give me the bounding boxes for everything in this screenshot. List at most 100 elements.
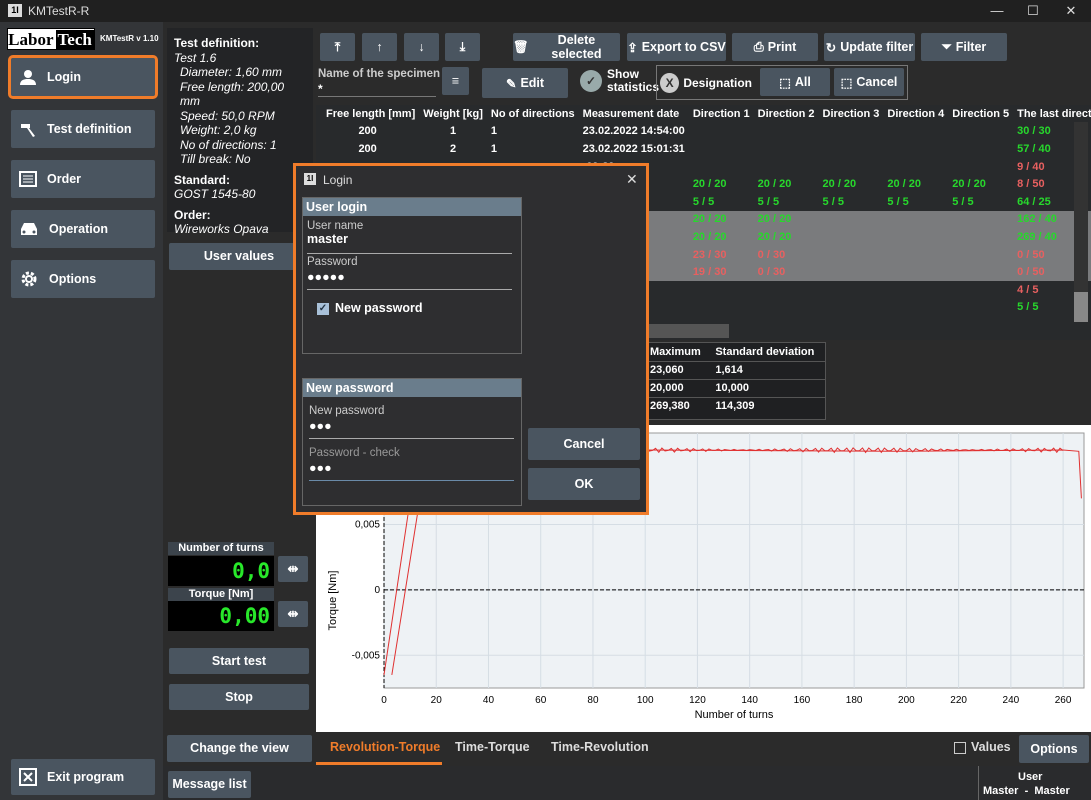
table-cell <box>883 299 948 317</box>
table-cell <box>689 299 754 317</box>
stats-cell: 1,614 <box>709 360 825 379</box>
grid-hscroll[interactable] <box>640 324 729 338</box>
exit-button[interactable]: Exit program <box>11 759 155 795</box>
y-tick-label: 0,005 <box>355 520 380 531</box>
change-view-button[interactable]: Change the view <box>167 735 312 762</box>
delete-selected-button[interactable]: 🗑 Delete selected <box>513 33 620 61</box>
table-cell <box>948 211 1013 229</box>
x-tick-label: 100 <box>637 695 654 706</box>
tab-time-torque[interactable]: Time-Torque <box>455 740 530 754</box>
document-icon <box>19 171 37 187</box>
maximize-button[interactable]: ☐ <box>1018 2 1048 20</box>
funnel-icon: ⏷ <box>941 39 952 54</box>
options-button[interactable]: Options <box>1019 735 1089 763</box>
stats-header: Maximum <box>650 345 701 358</box>
deselect-icon: ⬚ <box>840 75 853 90</box>
stop-button[interactable]: Stop <box>169 684 309 710</box>
login-label: Login <box>47 70 82 84</box>
grid-header-8[interactable]: Direction 5 <box>948 105 1013 123</box>
dialog-close-button[interactable]: ✕ <box>626 171 638 188</box>
x-tick-label: 80 <box>587 695 599 706</box>
y-tick-label: -0,005 <box>352 650 381 661</box>
username-field[interactable]: User name master <box>307 220 512 254</box>
move-bottom-button[interactable]: ⤓ <box>445 33 480 61</box>
grid-header-0[interactable]: Free length [mm] <box>316 105 419 123</box>
password-check-field[interactable]: Password - check ●●● <box>309 447 514 481</box>
zero-torque-button[interactable]: ⇹ <box>278 601 308 627</box>
operation-button[interactable]: Operation <box>11 210 155 248</box>
testdef-line: Diameter: 1,60 mm <box>180 65 283 79</box>
table-cell: 5 / 5 <box>757 195 780 208</box>
grid-header-3[interactable]: Measurement date <box>579 105 689 123</box>
move-up-button[interactable]: ↑ <box>362 33 397 61</box>
table-cell: 20 / 20 <box>952 178 986 191</box>
tab-time-revolution[interactable]: Time-Revolution <box>551 740 649 754</box>
table-row[interactable]: 200 2 1 23.02.2022 15:01:31 57 / 40 <box>316 140 1091 158</box>
tab-revolution-torque[interactable]: Revolution-Torque <box>330 740 440 754</box>
dialog-title: Login <box>323 173 353 187</box>
close-window-button[interactable]: ✕ <box>1056 2 1086 20</box>
status-divider <box>978 766 979 800</box>
test-definition-button[interactable]: Test definition <box>11 110 155 148</box>
export-icon: ⇪ <box>627 40 638 55</box>
trash-icon: 🗑 <box>513 39 529 54</box>
grid-header-7[interactable]: Direction 4 <box>883 105 948 123</box>
user-values-button[interactable]: User values <box>169 243 309 270</box>
move-top-button[interactable]: ⤒ <box>320 33 355 61</box>
table-row[interactable]: 200 1 1 23.02.2022 14:54:00 30 / 30 <box>316 122 1091 141</box>
sort-button[interactable]: ≡ <box>442 67 469 95</box>
options-nav-button[interactable]: Options <box>11 260 155 298</box>
check-circle-icon: ✓ <box>580 70 602 92</box>
values-checkbox[interactable] <box>954 742 966 754</box>
turns-display: 0,0 <box>168 556 274 586</box>
select-all-button[interactable]: ⬚ All <box>760 68 830 96</box>
table-cell <box>948 299 1013 317</box>
table-cell <box>883 211 948 229</box>
new-password-field[interactable]: New password ●●● <box>309 405 514 439</box>
table-cell <box>754 281 819 299</box>
window-title: KMTestR-R <box>28 4 90 18</box>
dialog-cancel-button[interactable]: Cancel <box>528 428 640 460</box>
print-button[interactable]: ⎙ Print <box>732 33 818 61</box>
table-cell <box>689 281 754 299</box>
stats-cell: 20,000 <box>644 378 710 397</box>
grid-header-9[interactable]: The last directi <box>1013 105 1091 123</box>
grid-vscroll[interactable] <box>1074 122 1088 322</box>
edit-button[interactable]: ✎ Edit <box>482 68 568 98</box>
minimize-button[interactable]: — <box>982 2 1012 20</box>
message-list-button[interactable]: Message list <box>168 771 251 798</box>
gear-icon <box>21 271 37 287</box>
filter-button[interactable]: ⏷ Filter <box>921 33 1007 61</box>
zero-turns-button[interactable]: ⇹ <box>278 556 308 582</box>
edit-label: Edit <box>520 76 545 90</box>
grid-header-4[interactable]: Direction 1 <box>689 105 754 123</box>
table-cell: 5 / 5 <box>952 195 974 208</box>
grid-header-6[interactable]: Direction 3 <box>819 105 884 123</box>
move-down-button[interactable]: ↓ <box>404 33 439 61</box>
view-bar: Revolution-Torque Time-Torque Time-Revol… <box>316 732 1091 766</box>
designation-button[interactable]: X Designation <box>660 69 752 97</box>
grid-header-5[interactable]: Direction 2 <box>754 105 819 123</box>
show-statistics-toggle[interactable]: ✓ Show statistics <box>580 68 659 94</box>
x-tick-label: 0 <box>381 695 387 706</box>
table-cell: 23 / 30 <box>692 248 727 261</box>
dialog-ok-button[interactable]: OK <box>528 468 640 500</box>
table-cell <box>819 211 884 229</box>
export-csv-button[interactable]: ⇪ Export to CSV <box>627 33 726 61</box>
x-axis-label: Number of turns <box>695 709 774 721</box>
grid-header-1[interactable]: Weight [kg] <box>419 105 487 123</box>
table-cell: 1 <box>490 125 498 138</box>
new-password-checkbox[interactable]: ✓ <box>317 303 329 315</box>
cancel-selection-label: Cancel <box>856 75 898 89</box>
order-button[interactable]: Order <box>11 160 155 198</box>
update-filter-button[interactable]: ↻ Update filter <box>824 33 915 61</box>
user-value: Master - Master <box>983 785 1070 797</box>
table-cell <box>819 246 884 264</box>
password-field[interactable]: Password ●●●●● <box>307 256 512 290</box>
specimen-input[interactable]: * <box>318 82 436 97</box>
select-all-icon: ⬚ <box>779 75 791 90</box>
start-test-button[interactable]: Start test <box>169 648 309 674</box>
login-button[interactable]: Login <box>8 55 158 99</box>
cancel-selection-button[interactable]: ⬚ Cancel <box>834 68 904 96</box>
grid-header-2[interactable]: No of directions <box>487 105 579 123</box>
